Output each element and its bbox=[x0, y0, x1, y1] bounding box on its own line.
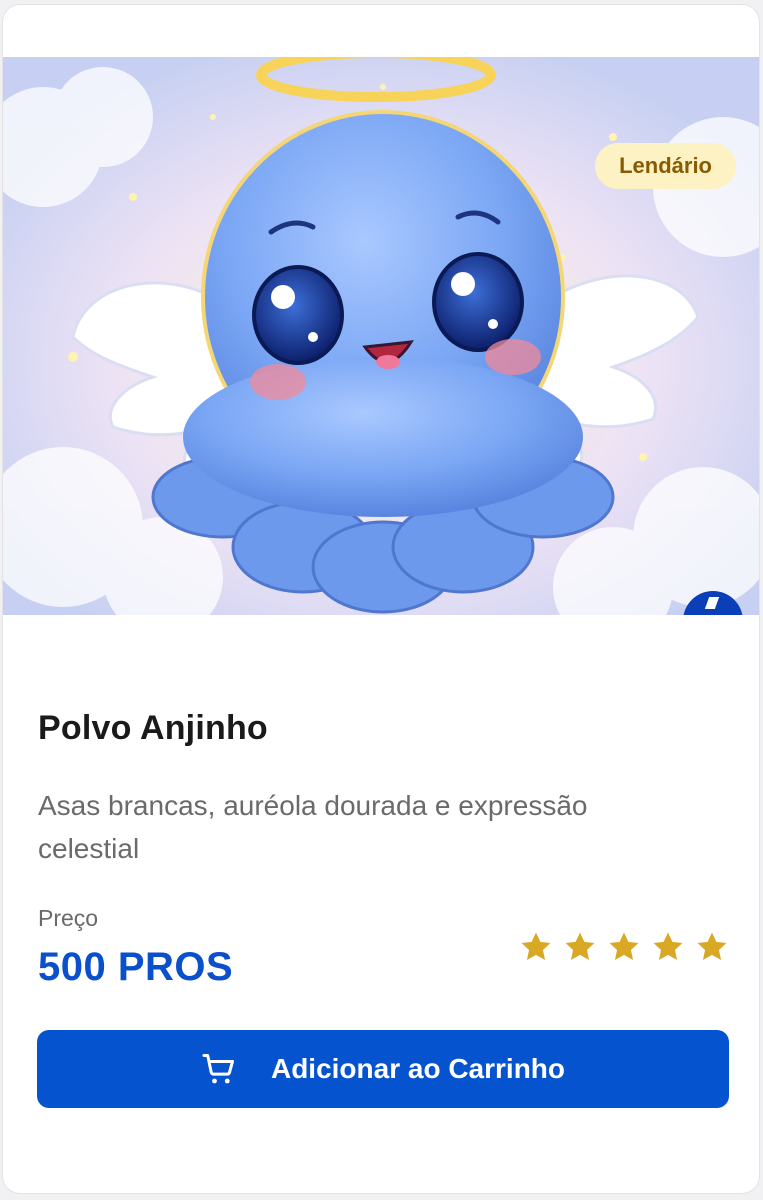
angel-octopus-illustration bbox=[3, 57, 759, 615]
price-value: 500 PROS bbox=[38, 945, 234, 989]
add-to-cart-button[interactable]: Adicionar ao Carrinho bbox=[37, 1030, 729, 1108]
star-icon bbox=[697, 932, 727, 961]
star-rating bbox=[519, 930, 729, 964]
product-card: Lendário Polvo Anjinho Asas brancas, aur… bbox=[2, 4, 760, 1194]
add-to-cart-label: Adicionar ao Carrinho bbox=[270, 1053, 566, 1084]
star-icon bbox=[565, 932, 595, 961]
star-icon bbox=[653, 932, 683, 961]
shopping-cart-icon bbox=[202, 1054, 234, 1084]
price-label: Preço bbox=[38, 905, 99, 931]
product-image[interactable]: Lendário bbox=[3, 57, 759, 615]
category-marker-icon bbox=[683, 591, 743, 615]
product-title: Polvo Anjinho bbox=[38, 709, 268, 747]
rarity-badge: Lendário bbox=[595, 143, 736, 189]
star-icon bbox=[521, 932, 551, 961]
star-icon bbox=[609, 932, 639, 961]
product-description: Asas brancas, auréola dourada e expressã… bbox=[38, 790, 588, 864]
